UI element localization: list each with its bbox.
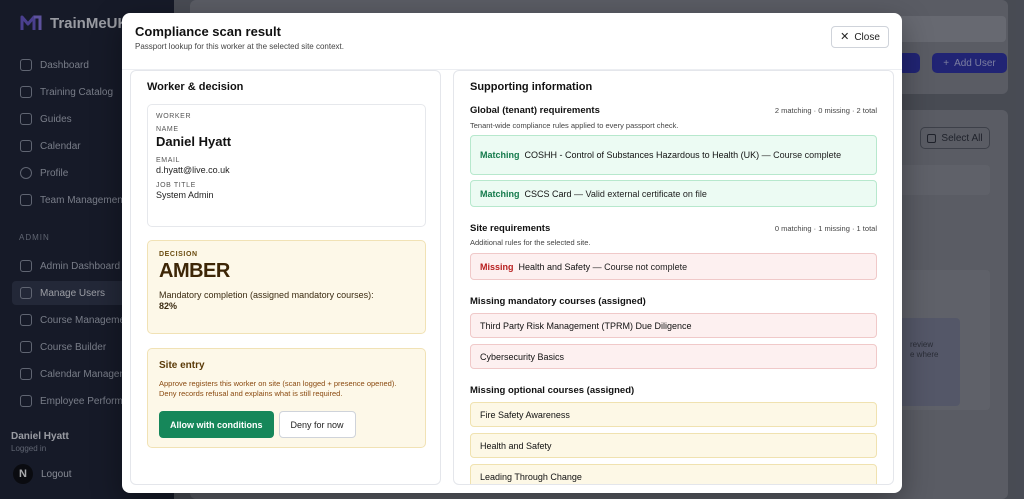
course-item: Health and Safety (470, 433, 877, 458)
close-icon: ✕ (840, 30, 850, 43)
modal-subtitle: Passport lookup for this worker at the s… (135, 42, 344, 51)
course-item: Cybersecurity Basics (470, 344, 877, 369)
panel-title: Supporting information (470, 81, 593, 93)
status-badge: Missing (480, 261, 514, 272)
decision-card: DECISION AMBER Mandatory completion (ass… (147, 240, 426, 334)
course-item: Third Party Risk Management (TPRM) Due D… (470, 313, 877, 338)
status-badge: Matching (480, 188, 520, 199)
site-entry-actions: Allow with conditions Deny for now (159, 411, 356, 438)
requirement-item: Missing Health and Safety — Course not c… (470, 253, 877, 280)
name-label: NAME (156, 126, 179, 133)
requirement-item: Matching CSCS Card — Valid external cert… (470, 180, 877, 207)
completion-percent: 82% (159, 301, 178, 311)
global-requirements-subtitle: Tenant-wide compliance rules applied to … (470, 121, 679, 130)
panel-title: Worker & decision (147, 81, 244, 93)
status-badge: Matching (480, 150, 520, 160)
completion-text: Mandatory completion (assigned mandatory… (159, 290, 374, 300)
allow-with-conditions-button[interactable]: Allow with conditions (159, 411, 274, 438)
deny-for-now-button[interactable]: Deny for now (278, 411, 356, 438)
requirement-name: Health and Safety (518, 261, 591, 272)
worker-name: Daniel Hyatt (156, 134, 232, 149)
worker-email: d.hyatt@live.co.uk (156, 165, 230, 175)
global-requirements-title: Global (tenant) requirements (470, 105, 600, 116)
site-requirements-stats: 0 matching · 1 missing · 1 total (774, 224, 877, 233)
compliance-modal: Compliance scan result Passport lookup f… (122, 13, 902, 493)
requirement-note: — Valid external certificate on file (571, 188, 707, 199)
worker-job-title: System Admin (156, 190, 214, 200)
course-item: Leading Through Change (470, 464, 877, 484)
close-button[interactable]: ✕ Close (831, 26, 889, 48)
course-name: Health and Safety (480, 440, 552, 451)
requirement-item: Matching COSHH - Control of Substances H… (470, 135, 877, 175)
missing-mandatory-title: Missing mandatory courses (assigned) (470, 296, 646, 307)
course-name: Cybersecurity Basics (480, 351, 565, 362)
site-entry-text: Approve registers this worker on site (s… (159, 379, 397, 398)
worker-label: WORKER (156, 113, 192, 120)
decision-label: DECISION (159, 251, 198, 258)
email-label: EMAIL (156, 157, 181, 164)
requirement-name: COSHH - Control of Substances Hazardous … (524, 150, 760, 160)
requirement-name: CSCS Card (524, 188, 572, 199)
modal-header: Compliance scan result Passport lookup f… (122, 13, 902, 70)
global-requirements-stats: 2 matching · 0 missing · 2 total (774, 106, 877, 115)
worker-decision-panel: Worker & decision WORKER NAME Daniel Hya… (130, 70, 441, 485)
job-title-label: JOB TITLE (156, 182, 196, 189)
course-name: Leading Through Change (480, 471, 582, 482)
requirement-note: — Course complete (759, 150, 842, 160)
course-name: Third Party Risk Management (TPRM) Due D… (480, 320, 692, 331)
requirement-note: — Course not complete (590, 261, 688, 272)
course-item: Fire Safety Awareness (470, 402, 877, 427)
supporting-info-panel: Supporting information Global (tenant) r… (453, 70, 894, 485)
course-name: Fire Safety Awareness (480, 409, 570, 420)
modal-title: Compliance scan result (135, 24, 281, 39)
close-label: Close (854, 31, 880, 43)
missing-optional-title: Missing optional courses (assigned) (470, 385, 635, 396)
site-requirements-subtitle: Additional rules for the selected site. (470, 238, 591, 247)
site-entry-card: Site entry Approve registers this worker… (147, 348, 426, 448)
worker-card: WORKER NAME Daniel Hyatt EMAIL d.hyatt@l… (147, 104, 426, 227)
decision-value: AMBER (159, 260, 230, 282)
site-entry-title: Site entry (159, 360, 205, 371)
site-requirements-title: Site requirements (470, 223, 551, 234)
